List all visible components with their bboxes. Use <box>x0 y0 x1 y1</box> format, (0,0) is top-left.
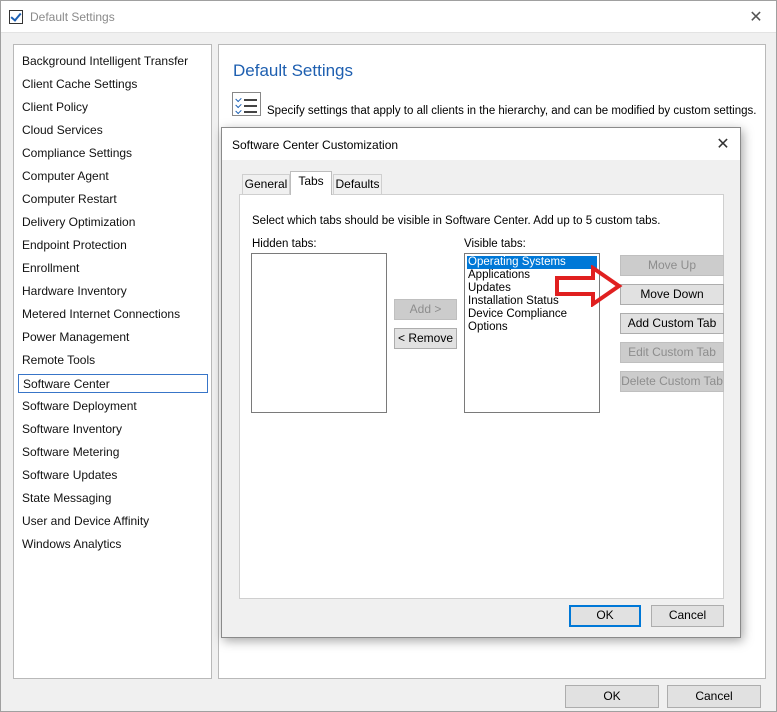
dialog-ok-button[interactable]: OK <box>569 605 641 627</box>
nav-item-power-management[interactable]: Power Management <box>18 328 208 347</box>
nav-item-delivery-optimization[interactable]: Delivery Optimization <box>18 213 208 232</box>
nav-item-client-cache-settings[interactable]: Client Cache Settings <box>18 75 208 94</box>
window-title: Default Settings <box>30 10 115 24</box>
nav-item-cloud-services[interactable]: Cloud Services <box>18 121 208 140</box>
nav-item-metered-internet-connections[interactable]: Metered Internet Connections <box>18 305 208 324</box>
nav-item-enrollment[interactable]: Enrollment <box>18 259 208 278</box>
nav-item-remote-tools[interactable]: Remote Tools <box>18 351 208 370</box>
nav-item-software-metering[interactable]: Software Metering <box>18 443 208 462</box>
nav-item-software-inventory[interactable]: Software Inventory <box>18 420 208 439</box>
visible-tabs-label: Visible tabs: <box>464 238 526 250</box>
cancel-button[interactable]: Cancel <box>667 685 761 708</box>
nav-item-endpoint-protection[interactable]: Endpoint Protection <box>18 236 208 255</box>
dialog-titlebar: Software Center Customization ✕ <box>222 128 740 160</box>
move-up-button[interactable]: Move Up <box>620 255 724 276</box>
nav-item-hardware-inventory[interactable]: Hardware Inventory <box>18 282 208 301</box>
tab-general[interactable]: General <box>242 174 290 194</box>
settings-checkbox-icon <box>9 10 23 24</box>
add-button[interactable]: Add > <box>394 299 457 320</box>
tabs-tab-panel: Select which tabs should be visible in S… <box>239 194 724 627</box>
remove-button[interactable]: < Remove <box>394 328 457 349</box>
nav-item-software-center[interactable]: Software Center <box>18 374 208 393</box>
nav-item-state-messaging[interactable]: State Messaging <box>18 489 208 508</box>
page-description: Specify settings that apply to all clien… <box>267 105 757 117</box>
visible-tab-device-compliance[interactable]: Device Compliance <box>467 308 597 321</box>
hidden-tabs-label: Hidden tabs: <box>252 238 317 250</box>
default-settings-window: Default Settings ✕ Background Intelligen… <box>0 0 777 712</box>
nav-item-software-updates[interactable]: Software Updates <box>18 466 208 485</box>
checklist-icon <box>232 92 261 116</box>
nav-item-computer-restart[interactable]: Computer Restart <box>18 190 208 209</box>
tabs-instruction: Select which tabs should be visible in S… <box>252 215 661 227</box>
tab-tabs[interactable]: Tabs <box>290 171 332 195</box>
delete-custom-tab-button[interactable]: Delete Custom Tab <box>620 371 724 392</box>
nav-item-user-and-device-affinity[interactable]: User and Device Affinity <box>18 512 208 531</box>
window-titlebar: Default Settings ✕ <box>1 1 776 33</box>
move-down-button[interactable]: Move Down <box>620 284 724 305</box>
software-center-customization-dialog: Software Center Customization ✕ General … <box>221 127 741 638</box>
dialog-cancel-button[interactable]: Cancel <box>651 605 724 627</box>
dialog-close-icon[interactable]: ✕ <box>714 134 732 154</box>
ok-button[interactable]: OK <box>565 685 659 708</box>
nav-item-background-intelligent-transfer[interactable]: Background Intelligent Transfer <box>18 52 208 71</box>
nav-item-compliance-settings[interactable]: Compliance Settings <box>18 144 208 163</box>
hidden-tabs-list[interactable] <box>251 253 387 413</box>
close-icon[interactable]: ✕ <box>746 7 766 27</box>
settings-nav-list: Background Intelligent Transfer Client C… <box>13 44 212 679</box>
nav-item-client-policy[interactable]: Client Policy <box>18 98 208 117</box>
nav-item-computer-agent[interactable]: Computer Agent <box>18 167 208 186</box>
tab-defaults[interactable]: Defaults <box>333 174 382 194</box>
red-arrow-annotation <box>555 265 623 307</box>
dialog-title: Software Center Customization <box>232 138 399 152</box>
page-title: Default Settings <box>233 61 354 80</box>
add-custom-tab-button[interactable]: Add Custom Tab <box>620 313 724 334</box>
edit-custom-tab-button[interactable]: Edit Custom Tab <box>620 342 724 363</box>
nav-item-software-deployment[interactable]: Software Deployment <box>18 397 208 416</box>
nav-item-windows-analytics[interactable]: Windows Analytics <box>18 535 208 554</box>
visible-tab-options[interactable]: Options <box>467 321 597 334</box>
